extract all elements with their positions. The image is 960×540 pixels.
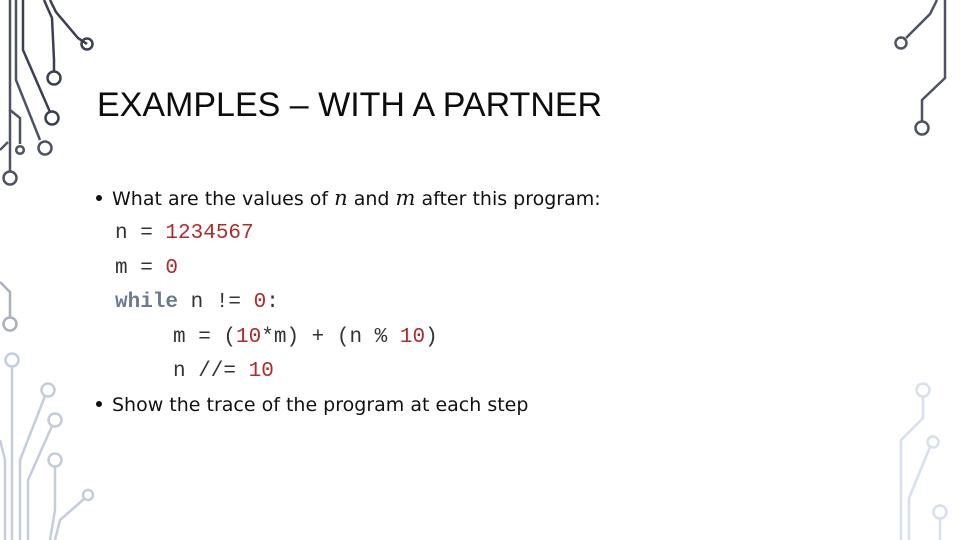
bullet-question: What are the values of n and m after thi… [94, 186, 601, 210]
code-number: 0 [165, 257, 179, 280]
code-text: m = ( [173, 326, 237, 349]
code-op: = [127, 222, 166, 245]
code-number: 10 [399, 326, 426, 349]
code-var: n [115, 222, 128, 245]
bullet-icon [96, 400, 102, 407]
bullet-text-part: and [347, 188, 396, 210]
code-text: n //= [173, 360, 249, 383]
code-line-4: m = (10*m) + (n % 10) [173, 326, 438, 349]
bullet-text: Show the trace of the program at each st… [112, 394, 529, 416]
code-op: = [127, 257, 166, 280]
bullet-icon [96, 194, 102, 201]
code-colon: : [266, 291, 279, 314]
code-line-3: while n != 0: [115, 291, 279, 314]
code-var: m [115, 257, 128, 280]
code-number: 1234567 [165, 222, 254, 245]
code-keyword: while [115, 291, 179, 314]
slide-title: EXAMPLES – WITH A PARTNER [97, 86, 603, 124]
bullet-text-part: after this program: [415, 188, 601, 210]
code-line-1: n = 1234567 [115, 222, 254, 245]
code-number: 0 [253, 291, 267, 314]
math-var-m: m [395, 186, 416, 210]
bullet-text-part: What are the values of [112, 188, 335, 210]
code-number: 10 [236, 326, 262, 349]
math-var-n: n [334, 186, 348, 210]
code-line-2: m = 0 [115, 257, 178, 280]
code-text: *m) + (n % [261, 326, 400, 349]
bullet-trace: Show the trace of the program at each st… [94, 394, 528, 416]
code-number: 10 [248, 360, 274, 383]
code-condition: n != [178, 291, 254, 314]
code-line-5: n //= 10 [173, 360, 274, 383]
code-text: ) [425, 326, 438, 349]
